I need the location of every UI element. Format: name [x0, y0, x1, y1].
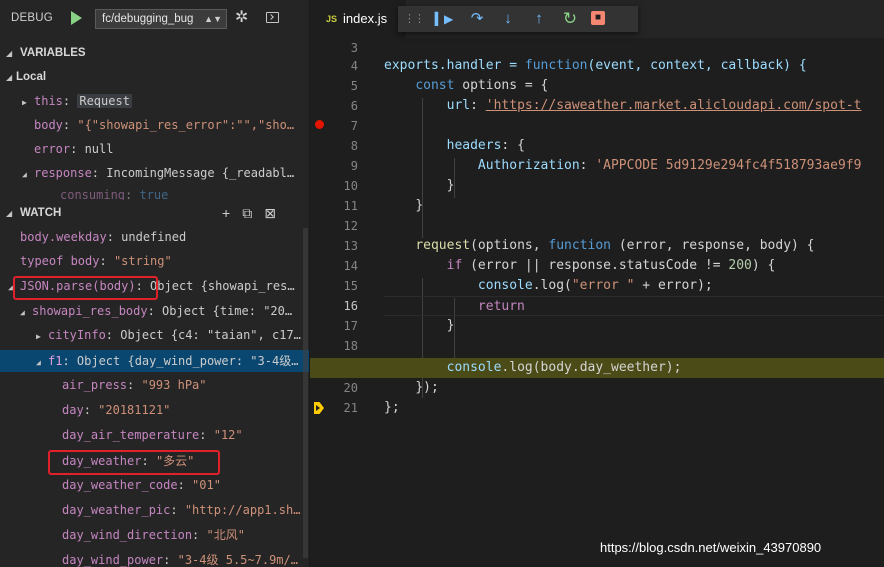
- chevron-down-icon: ◢: [6, 209, 13, 218]
- remove-all-icon[interactable]: ⊠: [264, 202, 276, 224]
- line-number: 10: [343, 179, 358, 193]
- line-number: 6: [350, 99, 358, 113]
- chevron-updown-icon: ▲▼: [204, 14, 222, 24]
- continue-icon[interactable]: ▍▶: [434, 9, 454, 29]
- code-editor: JS index.js 3 4 5 6 7 8 9 10 11 12 13 14…: [310, 0, 884, 567]
- code-line: console.log("error " + error);: [477, 278, 713, 293]
- code-line: request(options, function (error, respon…: [415, 238, 815, 253]
- code-line: if (error || response.statusCode != 200)…: [446, 258, 776, 273]
- debug-toolbar-header: DEBUG fc/debugging_bug ▲▼ ✲: [0, 0, 309, 38]
- debug-sidebar: DEBUG fc/debugging_bug ▲▼ ✲ ◢ VARIABLES ◢…: [0, 0, 309, 567]
- line-number-gutter[interactable]: 3 4 5 6 7 8 9 10 11 12 13 14 15 16 17 18…: [310, 38, 370, 567]
- chevron-down-icon: ◢: [22, 170, 27, 179]
- variable-row[interactable]: error: null: [0, 138, 309, 160]
- debug-console-icon[interactable]: [266, 12, 279, 23]
- code-area[interactable]: exports.handler = function(event, contex…: [310, 38, 884, 567]
- tab-index-js[interactable]: JS index.js: [310, 0, 406, 38]
- line-number: 14: [343, 259, 358, 273]
- code-line: }: [415, 198, 424, 213]
- line-number: 3: [350, 41, 358, 55]
- add-expression-icon[interactable]: +: [222, 202, 230, 224]
- variables-section-header[interactable]: ◢ VARIABLES: [0, 42, 309, 64]
- watch-row[interactable]: day_air_temperature: "12": [0, 424, 309, 446]
- variable-row[interactable]: body: "{"showapi_res_error":"","sho…: [0, 114, 309, 136]
- line-number: 18: [343, 339, 358, 353]
- line-number: 11: [343, 199, 358, 213]
- chevron-down-icon: ◢: [6, 49, 13, 58]
- line-number: 15: [343, 279, 358, 293]
- launch-config-select[interactable]: fc/debugging_bug ▲▼: [95, 9, 227, 29]
- line-number: 16: [343, 299, 358, 313]
- code-line-focused: return: [384, 296, 884, 316]
- watch-row[interactable]: day: "20181121": [0, 399, 309, 421]
- chevron-right-icon: ▶: [36, 332, 41, 341]
- restart-icon[interactable]: ↻: [560, 9, 580, 29]
- watch-row[interactable]: day_weather_pic: "http://app1.sh…: [0, 499, 309, 521]
- watch-actions: + ⧉ ⊠: [222, 202, 288, 224]
- watch-row[interactable]: ◢ showapi_res_body: Object {time: "20…: [0, 300, 309, 322]
- line-number: 9: [350, 159, 358, 173]
- chevron-right-icon: ▶: [22, 98, 27, 107]
- drag-grip-icon[interactable]: ⋮⋮: [404, 9, 425, 29]
- annotation-box-json-parse: [13, 276, 158, 300]
- watch-row[interactable]: day_wind_power: "3-4级 5.5~7.9m/…: [0, 549, 309, 567]
- code-line: exports.handler = function(event, contex…: [384, 58, 807, 73]
- line-number: 13: [343, 239, 358, 253]
- code-line: }: [446, 178, 455, 193]
- line-number: 8: [350, 139, 358, 153]
- watch-row[interactable]: day_wind_direction: "北风": [0, 524, 309, 546]
- code-line: Authorization: 'APPCODE 5d9129e294fc4f51…: [477, 158, 862, 173]
- variable-row[interactable]: consuming: true: [0, 186, 309, 200]
- watch-row[interactable]: air_press: "993 hPa": [0, 374, 309, 396]
- floating-debug-toolbar: ⋮⋮ ▍▶ ↷ ↓ ↑ ↻ ■: [398, 6, 638, 32]
- chevron-down-icon: ◢: [36, 358, 41, 367]
- step-over-icon[interactable]: ↷: [467, 9, 487, 29]
- chevron-down-icon: ◢: [6, 73, 13, 82]
- watch-row[interactable]: typeof body: "string": [0, 250, 309, 272]
- code-line: };: [384, 400, 400, 415]
- refresh-icon[interactable]: ⧉: [242, 202, 252, 224]
- watch-scrollbar[interactable]: [303, 228, 308, 558]
- step-out-icon[interactable]: ↑: [529, 9, 549, 29]
- step-into-icon[interactable]: ↓: [498, 9, 518, 29]
- annotation-box-day-weather: [48, 450, 220, 475]
- line-number: 4: [350, 59, 358, 73]
- local-scope[interactable]: ◢ Local: [0, 66, 309, 88]
- code-line: headers: {: [446, 138, 525, 153]
- variable-row[interactable]: ◢ response: IncomingMessage {_readabl…: [0, 162, 309, 184]
- line-number: 5: [350, 79, 358, 93]
- launch-config-value: fc/debugging_bug: [102, 13, 194, 25]
- code-line: const options = {: [415, 78, 549, 93]
- code-line: }: [446, 318, 455, 333]
- watch-row[interactable]: day_weather_code: "01": [0, 474, 309, 496]
- line-number: 17: [343, 319, 358, 333]
- breakpoint-icon[interactable]: [315, 120, 324, 129]
- watch-row[interactable]: ▶ cityInfo: Object {c4: "taian", c17…: [0, 324, 309, 346]
- start-debugging-icon[interactable]: [71, 11, 82, 25]
- code-line: });: [415, 380, 439, 395]
- watch-row-selected[interactable]: ◢ f1: Object {day_wind_power: "3-4级…: [0, 350, 309, 372]
- javascript-file-icon: JS: [326, 14, 338, 24]
- gear-icon[interactable]: ✲: [235, 10, 248, 26]
- watermark-text: https://blog.csdn.net/weixin_43970890: [600, 540, 822, 555]
- variable-row[interactable]: ▶ this: Request: [0, 90, 309, 112]
- line-number: 20: [343, 381, 358, 395]
- debug-label: DEBUG: [11, 12, 53, 24]
- code-line-paused: console.log(body.day_weether);: [310, 358, 884, 378]
- watch-row[interactable]: body.weekday: undefined: [0, 226, 309, 248]
- code-line: url: 'https://saweather.market.aliclouda…: [446, 98, 862, 113]
- stop-icon[interactable]: ■: [591, 11, 605, 25]
- line-number: 12: [343, 219, 358, 233]
- chevron-down-icon: ◢: [20, 308, 25, 317]
- tab-label: index.js: [343, 11, 388, 26]
